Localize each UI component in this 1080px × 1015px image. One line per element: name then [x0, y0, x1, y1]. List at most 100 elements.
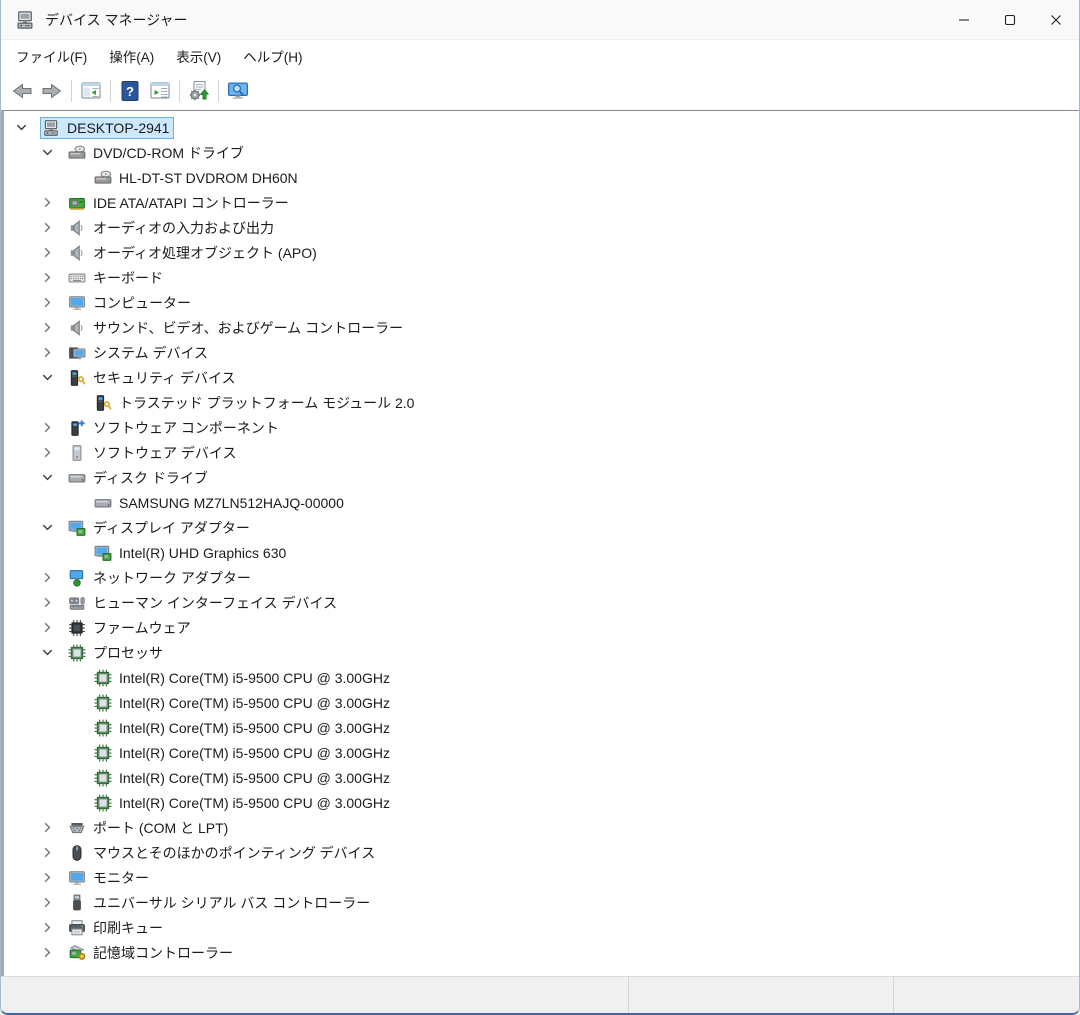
tree-item-content[interactable]: ソフトウェア デバイス — [66, 441, 241, 465]
menu-action[interactable]: 操作(A) — [98, 42, 165, 70]
tree-item[interactable]: Intel(R) UHD Graphics 630 — [4, 540, 1079, 565]
tree-item[interactable]: Intel(R) Core(TM) i5-9500 CPU @ 3.00GHz — [4, 665, 1079, 690]
tree-item[interactable]: システム デバイス — [4, 340, 1079, 365]
tree-item[interactable]: Intel(R) Core(TM) i5-9500 CPU @ 3.00GHz — [4, 740, 1079, 765]
tree-item-content[interactable]: ディスプレイ アダプター — [66, 516, 255, 540]
tree-item-content[interactable]: IDE ATA/ATAPI コントローラー — [66, 191, 294, 215]
tree-item-content[interactable]: ポート (COM と LPT) — [66, 816, 233, 840]
tree-item[interactable]: ディスク ドライブ — [4, 465, 1079, 490]
chevron-right-icon[interactable] — [40, 315, 66, 340]
tree-item[interactable]: SAMSUNG MZ7LN512HAJQ-00000 — [4, 490, 1079, 515]
chevron-right-icon[interactable] — [40, 940, 66, 965]
tree-item-content[interactable]: セキュリティ デバイス — [66, 366, 241, 390]
minimize-button[interactable] — [941, 0, 987, 39]
chevron-right-icon[interactable] — [40, 265, 66, 290]
chevron-down-icon[interactable] — [14, 115, 40, 140]
tree-item[interactable]: HL-DT-ST DVDROM DH60N — [4, 165, 1079, 190]
tree-item-content[interactable]: Intel(R) UHD Graphics 630 — [92, 542, 291, 564]
tree-item-content[interactable]: Intel(R) Core(TM) i5-9500 CPU @ 3.00GHz — [92, 692, 395, 714]
tree-item[interactable]: DVD/CD-ROM ドライブ — [4, 140, 1079, 165]
tree-item-content[interactable]: プロセッサ — [66, 641, 168, 665]
tree-item-content[interactable]: キーボード — [66, 266, 168, 290]
tree-item[interactable]: ネットワーク アダプター — [4, 565, 1079, 590]
tree-item[interactable]: コンピューター — [4, 290, 1079, 315]
tree-item[interactable]: ソフトウェア コンポーネント — [4, 415, 1079, 440]
tree-item[interactable]: 記憶域コントローラー — [4, 940, 1079, 965]
chevron-right-icon[interactable] — [40, 240, 66, 265]
tree-item[interactable]: トラステッド プラットフォーム モジュール 2.0 — [4, 390, 1079, 415]
chevron-right-icon[interactable] — [40, 215, 66, 240]
menu-file[interactable]: ファイル(F) — [5, 42, 98, 70]
tree-item-content[interactable]: ファームウェア — [66, 616, 196, 640]
tree-item-content[interactable]: 記憶域コントローラー — [66, 941, 238, 965]
chevron-right-icon[interactable] — [40, 340, 66, 365]
tree-item[interactable]: 印刷キュー — [4, 915, 1079, 940]
tree-item-content[interactable]: システム デバイス — [66, 341, 213, 365]
selected-tree-item[interactable]: DESKTOP-2941 — [40, 117, 174, 139]
chevron-down-icon[interactable] — [40, 640, 66, 665]
tree-item[interactable]: ディスプレイ アダプター — [4, 515, 1079, 540]
chevron-right-icon[interactable] — [40, 565, 66, 590]
tree-item-content[interactable]: コンピューター — [66, 291, 196, 315]
tree-item[interactable]: ポート (COM と LPT) — [4, 815, 1079, 840]
menu-view[interactable]: 表示(V) — [165, 42, 232, 70]
chevron-right-icon[interactable] — [40, 440, 66, 465]
tree-item[interactable]: Intel(R) Core(TM) i5-9500 CPU @ 3.00GHz — [4, 715, 1079, 740]
tree-item-content[interactable]: ソフトウェア コンポーネント — [66, 416, 284, 440]
chevron-right-icon[interactable] — [40, 190, 66, 215]
tree-item[interactable]: Intel(R) Core(TM) i5-9500 CPU @ 3.00GHz — [4, 765, 1079, 790]
tree-item-content[interactable]: ユニバーサル シリアル バス コントローラー — [66, 891, 375, 915]
tree-item[interactable]: Intel(R) Core(TM) i5-9500 CPU @ 3.00GHz — [4, 690, 1079, 715]
tree-item-content[interactable]: モニター — [66, 866, 154, 890]
help-button[interactable] — [115, 76, 145, 106]
tree-item[interactable]: オーディオ処理オブジェクト (APO) — [4, 240, 1079, 265]
show-console-tree-button[interactable] — [76, 76, 106, 106]
tree-item[interactable]: DESKTOP-2941 — [4, 115, 1079, 140]
tree-item-content[interactable]: SAMSUNG MZ7LN512HAJQ-00000 — [92, 492, 349, 514]
tree-item-content[interactable]: Intel(R) Core(TM) i5-9500 CPU @ 3.00GHz — [92, 767, 395, 789]
tree-item[interactable]: マウスとそのほかのポインティング デバイス — [4, 840, 1079, 865]
scan-hardware-changes-button[interactable] — [184, 76, 214, 106]
chevron-right-icon[interactable] — [40, 415, 66, 440]
tree-item-content[interactable]: ディスク ドライブ — [66, 466, 213, 490]
tree-item-content[interactable]: マウスとそのほかのポインティング デバイス — [66, 841, 380, 865]
close-button[interactable] — [1033, 0, 1079, 39]
tree-item[interactable]: ソフトウェア デバイス — [4, 440, 1079, 465]
show-action-pane-button[interactable] — [145, 76, 175, 106]
tree-item[interactable]: オーディオの入力および出力 — [4, 215, 1079, 240]
tree-item[interactable]: IDE ATA/ATAPI コントローラー — [4, 190, 1079, 215]
chevron-right-icon[interactable] — [40, 815, 66, 840]
tree-item-content[interactable]: Intel(R) Core(TM) i5-9500 CPU @ 3.00GHz — [92, 667, 395, 689]
forward-button[interactable] — [37, 76, 67, 106]
tree-item[interactable]: サウンド、ビデオ、およびゲーム コントローラー — [4, 315, 1079, 340]
tree-item-content[interactable]: ネットワーク アダプター — [66, 566, 256, 590]
chevron-right-icon[interactable] — [40, 590, 66, 615]
tree-item[interactable]: モニター — [4, 865, 1079, 890]
chevron-right-icon[interactable] — [40, 840, 66, 865]
device-monitor-button[interactable] — [223, 76, 253, 106]
back-button[interactable] — [7, 76, 37, 106]
chevron-down-icon[interactable] — [40, 515, 66, 540]
chevron-right-icon[interactable] — [40, 615, 66, 640]
menu-help[interactable]: ヘルプ(H) — [232, 42, 313, 70]
tree-item-content[interactable]: Intel(R) Core(TM) i5-9500 CPU @ 3.00GHz — [92, 742, 395, 764]
maximize-button[interactable] — [987, 0, 1033, 39]
tree-item[interactable]: ファームウェア — [4, 615, 1079, 640]
chevron-down-icon[interactable] — [40, 140, 66, 165]
chevron-down-icon[interactable] — [40, 365, 66, 390]
tree-item[interactable]: セキュリティ デバイス — [4, 365, 1079, 390]
tree-item-content[interactable]: サウンド、ビデオ、およびゲーム コントローラー — [66, 316, 408, 340]
chevron-right-icon[interactable] — [40, 865, 66, 890]
tree-item-content[interactable]: ヒューマン インターフェイス デバイス — [66, 591, 342, 615]
tree-item-content[interactable]: Intel(R) Core(TM) i5-9500 CPU @ 3.00GHz — [92, 792, 395, 814]
tree-item-content[interactable]: Intel(R) Core(TM) i5-9500 CPU @ 3.00GHz — [92, 717, 395, 739]
tree-item[interactable]: Intel(R) Core(TM) i5-9500 CPU @ 3.00GHz — [4, 790, 1079, 815]
tree-item-content[interactable]: トラステッド プラットフォーム モジュール 2.0 — [92, 391, 419, 415]
tree-item[interactable]: ユニバーサル シリアル バス コントローラー — [4, 890, 1079, 915]
chevron-right-icon[interactable] — [40, 890, 66, 915]
tree-item[interactable]: プロセッサ — [4, 640, 1079, 665]
tree-item-content[interactable]: HL-DT-ST DVDROM DH60N — [92, 167, 303, 189]
tree-item-content[interactable]: オーディオ処理オブジェクト (APO) — [66, 241, 322, 265]
tree-item-content[interactable]: 印刷キュー — [66, 916, 168, 940]
tree-item[interactable]: ヒューマン インターフェイス デバイス — [4, 590, 1079, 615]
